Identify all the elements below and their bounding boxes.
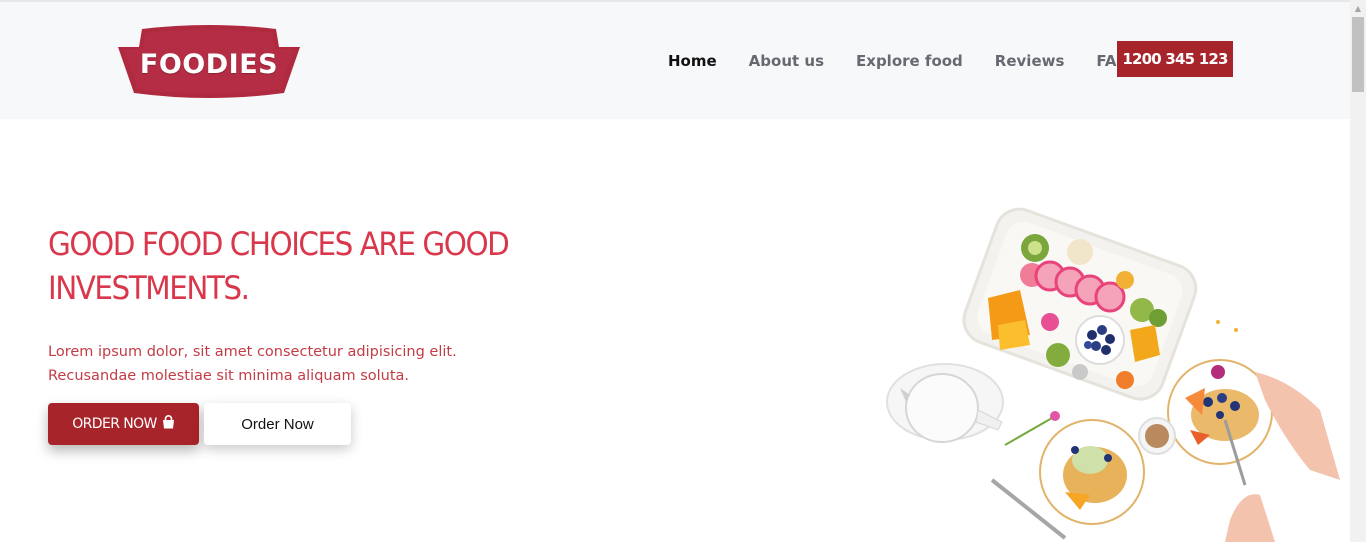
food-platter-image xyxy=(880,140,1340,542)
order-now-primary-label: ORDER NOW xyxy=(72,416,157,432)
phone-button[interactable]: 1200 345 123 xyxy=(1117,41,1233,77)
teapot-icon xyxy=(886,363,1004,443)
coffee-cup-icon xyxy=(1138,417,1176,455)
nav-home[interactable]: Home xyxy=(668,52,717,70)
shopping-bag-icon xyxy=(162,415,175,433)
nav-about-us[interactable]: About us xyxy=(749,52,824,70)
logo-text: FOODIES xyxy=(139,48,279,80)
nav-explore-food[interactable]: Explore food xyxy=(856,52,963,70)
scroll-up-arrow-icon[interactable]: ▲ xyxy=(1350,0,1366,16)
flower-stem-icon xyxy=(1004,417,1053,446)
logo[interactable]: FOODIES xyxy=(118,23,300,99)
hero-title: GOOD FOOD CHOICES ARE GOOD INVESTMENTS. xyxy=(48,225,510,307)
nav-reviews[interactable]: Reviews xyxy=(995,52,1065,70)
navbar: FOODIES Home About us Explore food Revie… xyxy=(0,2,1350,119)
scrollbar[interactable]: ▲ xyxy=(1350,0,1366,542)
scroll-thumb[interactable] xyxy=(1352,17,1364,92)
order-now-secondary-button[interactable]: Order Now xyxy=(204,403,351,445)
order-now-primary-button[interactable]: ORDER NOW xyxy=(48,403,199,445)
hero-description: Lorem ipsum dolor, sit amet consectetur … xyxy=(48,344,457,384)
dessert-plate-icon xyxy=(1039,419,1145,525)
main-nav: Home About us Explore food Reviews FAQ xyxy=(668,52,1161,70)
